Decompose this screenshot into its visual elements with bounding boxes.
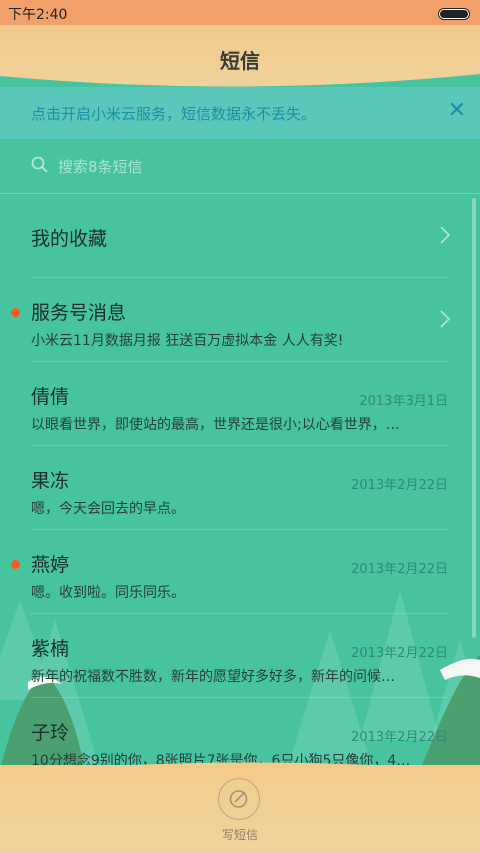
thread-name: 服务号消息 bbox=[31, 302, 127, 324]
thread-preview: 嗯。收到啦。同乐同乐。 bbox=[31, 585, 185, 601]
compose-button[interactable] bbox=[218, 778, 260, 820]
search-placeholder[interactable]: 搜索8条短信 bbox=[58, 156, 143, 177]
thread-preview: 小米云11月数据月报 狂送百万虚拟本金 人人有奖! bbox=[31, 333, 344, 349]
compose-icon bbox=[229, 790, 248, 808]
unread-dot bbox=[11, 560, 20, 569]
thread-date: 2013年2月22日 bbox=[351, 646, 448, 661]
thread-date: 2013年2月22日 bbox=[351, 478, 448, 493]
unread-dot bbox=[11, 308, 20, 317]
thread-date: 2013年2月22日 bbox=[351, 562, 448, 577]
banner-text[interactable]: 点击开启小米云服务，短信数据永不丢失。 bbox=[31, 103, 316, 124]
thread-row-favorites[interactable]: 我的收藏 bbox=[0, 194, 480, 278]
thread-date: 2013年2月22日 bbox=[351, 730, 448, 745]
thread-preview: 嗯，今天会回去的早点。 bbox=[31, 501, 185, 517]
thread-name: 果冻 bbox=[31, 470, 70, 492]
cloud-service-banner[interactable]: 点击开启小米云服务，短信数据永不丢失。 ✕ bbox=[0, 87, 480, 139]
thread-row[interactable]: 燕婷 2013年2月22日 嗯。收到啦。同乐同乐。 bbox=[0, 530, 480, 614]
battery-icon bbox=[438, 8, 470, 20]
thread-row[interactable]: 果冻 2013年2月22日 嗯，今天会回去的早点。 bbox=[0, 446, 480, 530]
chevron-right-icon bbox=[440, 226, 450, 244]
thread-row-service[interactable]: 服务号消息 小米云11月数据月报 狂送百万虚拟本金 人人有奖! bbox=[0, 278, 480, 362]
thread-name: 子玲 bbox=[31, 722, 70, 744]
thread-name: 倩倩 bbox=[31, 386, 70, 408]
thread-name: 紫楠 bbox=[31, 638, 70, 660]
thread-name: 燕婷 bbox=[31, 554, 70, 576]
scrollbar[interactable] bbox=[472, 198, 476, 638]
compose-label[interactable]: 写短信 bbox=[0, 826, 480, 843]
thread-date: 2013年3月1日 bbox=[359, 394, 448, 409]
thread-preview: 新年的祝福数不胜数，新年的愿望好多好多，新年的问候… bbox=[31, 669, 395, 685]
chevron-right-icon bbox=[440, 310, 450, 328]
search-icon bbox=[31, 156, 48, 173]
status-bar: 下午2:40 bbox=[0, 0, 480, 25]
close-icon[interactable]: ✕ bbox=[448, 99, 466, 123]
status-time: 下午2:40 bbox=[8, 7, 68, 23]
thread-row[interactable]: 紫楠 2013年2月22日 新年的祝福数不胜数，新年的愿望好多好多，新年的问候… bbox=[0, 614, 480, 698]
thread-preview: 以眼看世界，即使站的最高，世界还是很小;以心看世界，… bbox=[31, 417, 400, 433]
thread-row[interactable]: 倩倩 2013年3月1日 以眼看世界，即使站的最高，世界还是很小;以心看世界，… bbox=[0, 362, 480, 446]
thread-name: 我的收藏 bbox=[31, 228, 108, 250]
search-bar[interactable]: 搜索8条短信 bbox=[0, 139, 480, 194]
